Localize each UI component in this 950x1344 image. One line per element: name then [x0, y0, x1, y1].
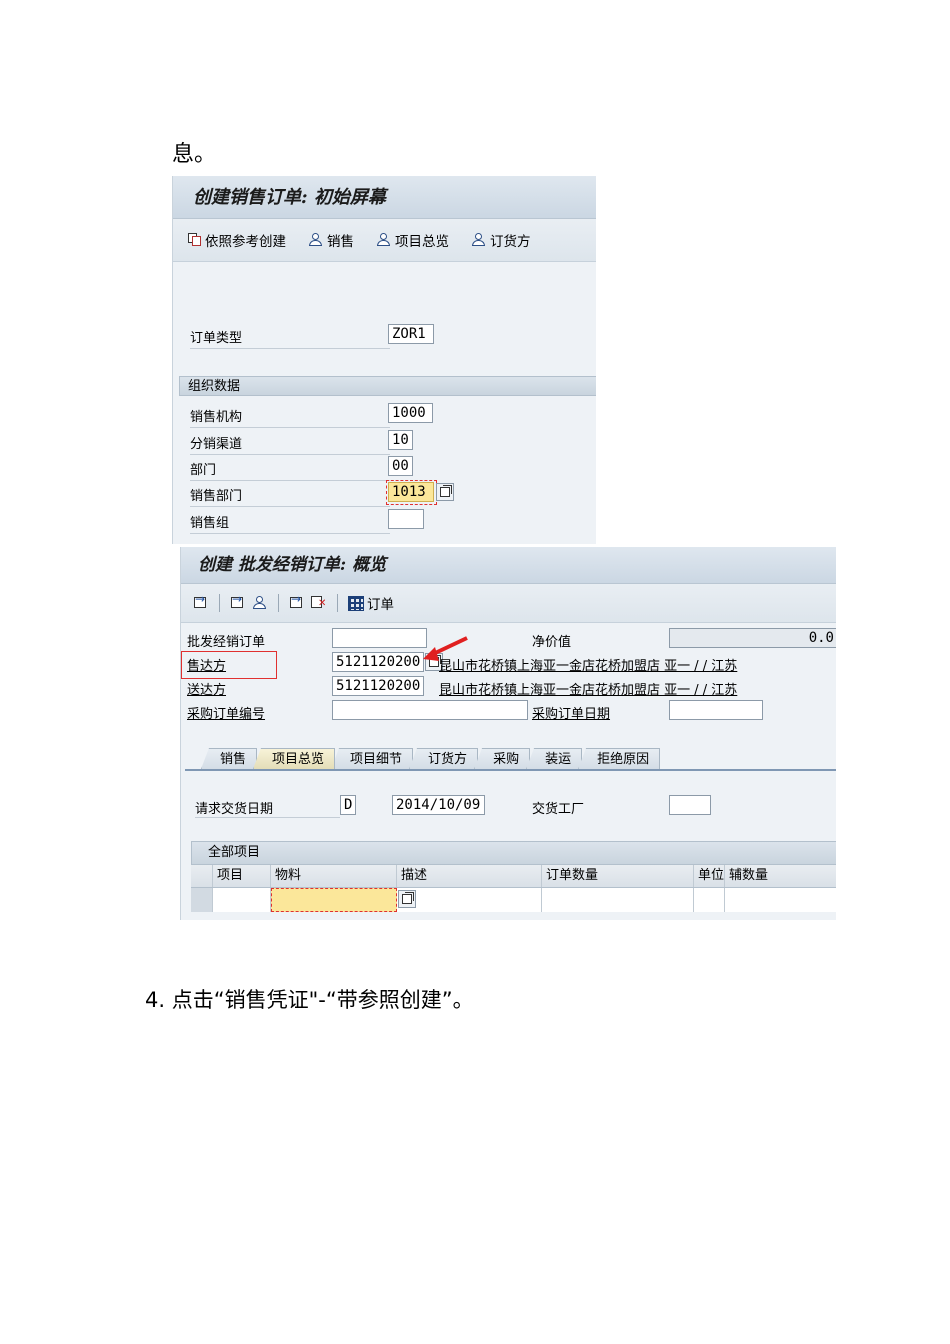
tab-sales[interactable]: 销售: [201, 748, 258, 769]
secondary-quantity-cell[interactable]: [725, 888, 836, 912]
net-value-label: 净价值: [532, 635, 572, 650]
sales-org-label: 销售机构: [190, 406, 390, 428]
orders-label: 订单: [367, 597, 394, 613]
sales-group-input[interactable]: [388, 509, 424, 529]
copy-icon: [188, 233, 202, 247]
tab-ordering-party[interactable]: 订货方: [409, 748, 479, 769]
display-document-icon[interactable]: [193, 592, 209, 611]
orders-button[interactable]: 订单: [348, 593, 394, 613]
tab-shipping[interactable]: 装运: [526, 748, 583, 769]
division-input[interactable]: 00: [388, 456, 413, 476]
highlight-box: [181, 651, 277, 679]
value-help-button[interactable]: [436, 483, 454, 501]
column-header[interactable]: 物料: [271, 865, 397, 887]
tab-reason-for-rejection[interactable]: 拒绝原因: [578, 748, 661, 769]
po-number-label: 采购订单编号: [187, 707, 266, 722]
initial-screen-window: 创建销售订单: 初始屏幕 依照参考创建 销售 项目总览 订货方 订单类型 ZOR…: [172, 176, 596, 544]
column-header[interactable]: 项目: [213, 865, 271, 887]
row-selector-header: [191, 865, 213, 887]
sales-office-label: 销售部门: [190, 485, 390, 507]
order-type-row: 订单类型 ZOR1: [173, 323, 596, 349]
sales-org-input[interactable]: 1000: [388, 403, 433, 423]
grid-icon: [348, 595, 364, 611]
column-header[interactable]: 描述: [397, 865, 542, 887]
requested-delivery-date-label: 请求交货日期: [195, 798, 340, 818]
window-title: 创建销售订单: 初始屏幕: [173, 176, 596, 219]
header-details-icon[interactable]: [230, 592, 246, 611]
toolbar-label: 依照参考创建: [205, 234, 286, 250]
sales-group-label: 销售组: [190, 512, 390, 534]
ship-to-label: 送达方: [187, 683, 227, 698]
sales-group-row: 销售组: [173, 508, 596, 534]
tab-strip: 销售 项目总览 项目细节 订货方 采购 装运 拒绝原因: [201, 748, 661, 770]
toolbar-separator: [337, 594, 338, 612]
toolbar-label: 项目总览: [395, 234, 449, 250]
column-header[interactable]: 单位: [694, 865, 725, 887]
create-with-reference-button[interactable]: 依照参考创建: [188, 230, 286, 250]
ship-to-input[interactable]: 5121120200: [332, 676, 424, 696]
order-quantity-cell[interactable]: [542, 888, 694, 912]
person-icon: [471, 233, 487, 247]
focus-marker: [386, 480, 437, 505]
po-date-input[interactable]: [669, 700, 763, 720]
application-toolbar: 订单: [181, 584, 836, 623]
item-cell[interactable]: [213, 888, 271, 912]
item-overview-button[interactable]: 项目总览: [376, 230, 449, 250]
application-toolbar: 依照参考创建 销售 项目总览 订货方: [173, 219, 596, 262]
net-value-field: 0.0: [669, 628, 836, 648]
division-row: 部门 00: [173, 455, 596, 481]
tab-procurement[interactable]: 采购: [474, 748, 531, 769]
date-format-input[interactable]: D: [340, 795, 356, 815]
item-details-icon[interactable]: [289, 592, 305, 611]
red-arrow-annotation: [423, 636, 468, 661]
tab-item-overview[interactable]: 项目总览: [253, 748, 336, 769]
material-cell[interactable]: [271, 888, 397, 912]
sales-office-row: 销售部门 1013: [173, 480, 596, 507]
toolbar-separator: [219, 594, 220, 612]
order-type-input[interactable]: ZOR1: [388, 324, 434, 344]
window-title: 创建 批发经销订单: 概览: [181, 547, 836, 584]
person-icon: [376, 233, 392, 247]
partner-person-icon[interactable]: [252, 596, 268, 610]
step-4-text: 4. 点击“销售凭证"-“带参照创建”。: [145, 988, 474, 1012]
column-header[interactable]: 订单数量: [542, 865, 694, 887]
overview-window: 创建 批发经销订单: 概览 订单 批发经销订单 净价值 0.0 售达方 5121…: [180, 547, 836, 920]
order-number-label: 批发经销订单: [187, 635, 266, 650]
unit-cell[interactable]: [694, 888, 725, 912]
requested-delivery-date-input[interactable]: 2014/10/09: [392, 795, 485, 815]
distribution-channel-input[interactable]: 10: [388, 430, 413, 450]
person-icon: [308, 233, 324, 247]
distribution-channel-label: 分销渠道: [190, 433, 390, 455]
description-cell[interactable]: [397, 888, 542, 912]
value-help-button[interactable]: [398, 890, 416, 908]
sold-to-input[interactable]: 5121120200: [332, 652, 424, 672]
order-type-label: 订单类型: [190, 327, 390, 349]
po-date-label: 采购订单日期: [532, 707, 611, 722]
distribution-channel-row: 分销渠道 10: [173, 429, 596, 455]
org-data-section-header: 组织数据: [179, 376, 596, 396]
order-number-input[interactable]: [332, 628, 427, 648]
toolbar-separator: [278, 594, 279, 612]
sold-to-party-button[interactable]: 订货方: [471, 230, 531, 250]
delivering-plant-input[interactable]: [669, 795, 711, 815]
items-table-header: 项目 物料 描述 订单数量 单位 辅数量: [191, 865, 836, 888]
table-row: [191, 888, 836, 912]
column-header[interactable]: 辅数量: [725, 865, 836, 887]
po-number-input[interactable]: [332, 700, 528, 720]
sold-to-description: 昆山市花桥镇上海亚一金店花桥加盟店 亚一 / / 江苏: [439, 659, 738, 674]
tab-item-detail[interactable]: 项目细节: [331, 748, 414, 769]
ship-to-description: 昆山市花桥镇上海亚一金店花桥加盟店 亚一 / / 江苏: [439, 683, 738, 698]
delete-item-icon[interactable]: [311, 595, 327, 611]
items-table-title: 全部项目: [191, 841, 836, 865]
division-label: 部门: [190, 459, 390, 481]
sales-org-row: 销售机构 1000: [173, 402, 596, 428]
toolbar-label: 订货方: [490, 234, 531, 250]
sales-button[interactable]: 销售: [308, 230, 354, 250]
delivering-plant-label: 交货工厂: [532, 802, 585, 817]
intro-text: 息。: [172, 142, 217, 167]
toolbar-label: 销售: [327, 234, 354, 250]
row-selector[interactable]: [191, 888, 213, 912]
items-table: 全部项目 项目 物料 描述 订单数量 单位 辅数量: [191, 841, 836, 912]
